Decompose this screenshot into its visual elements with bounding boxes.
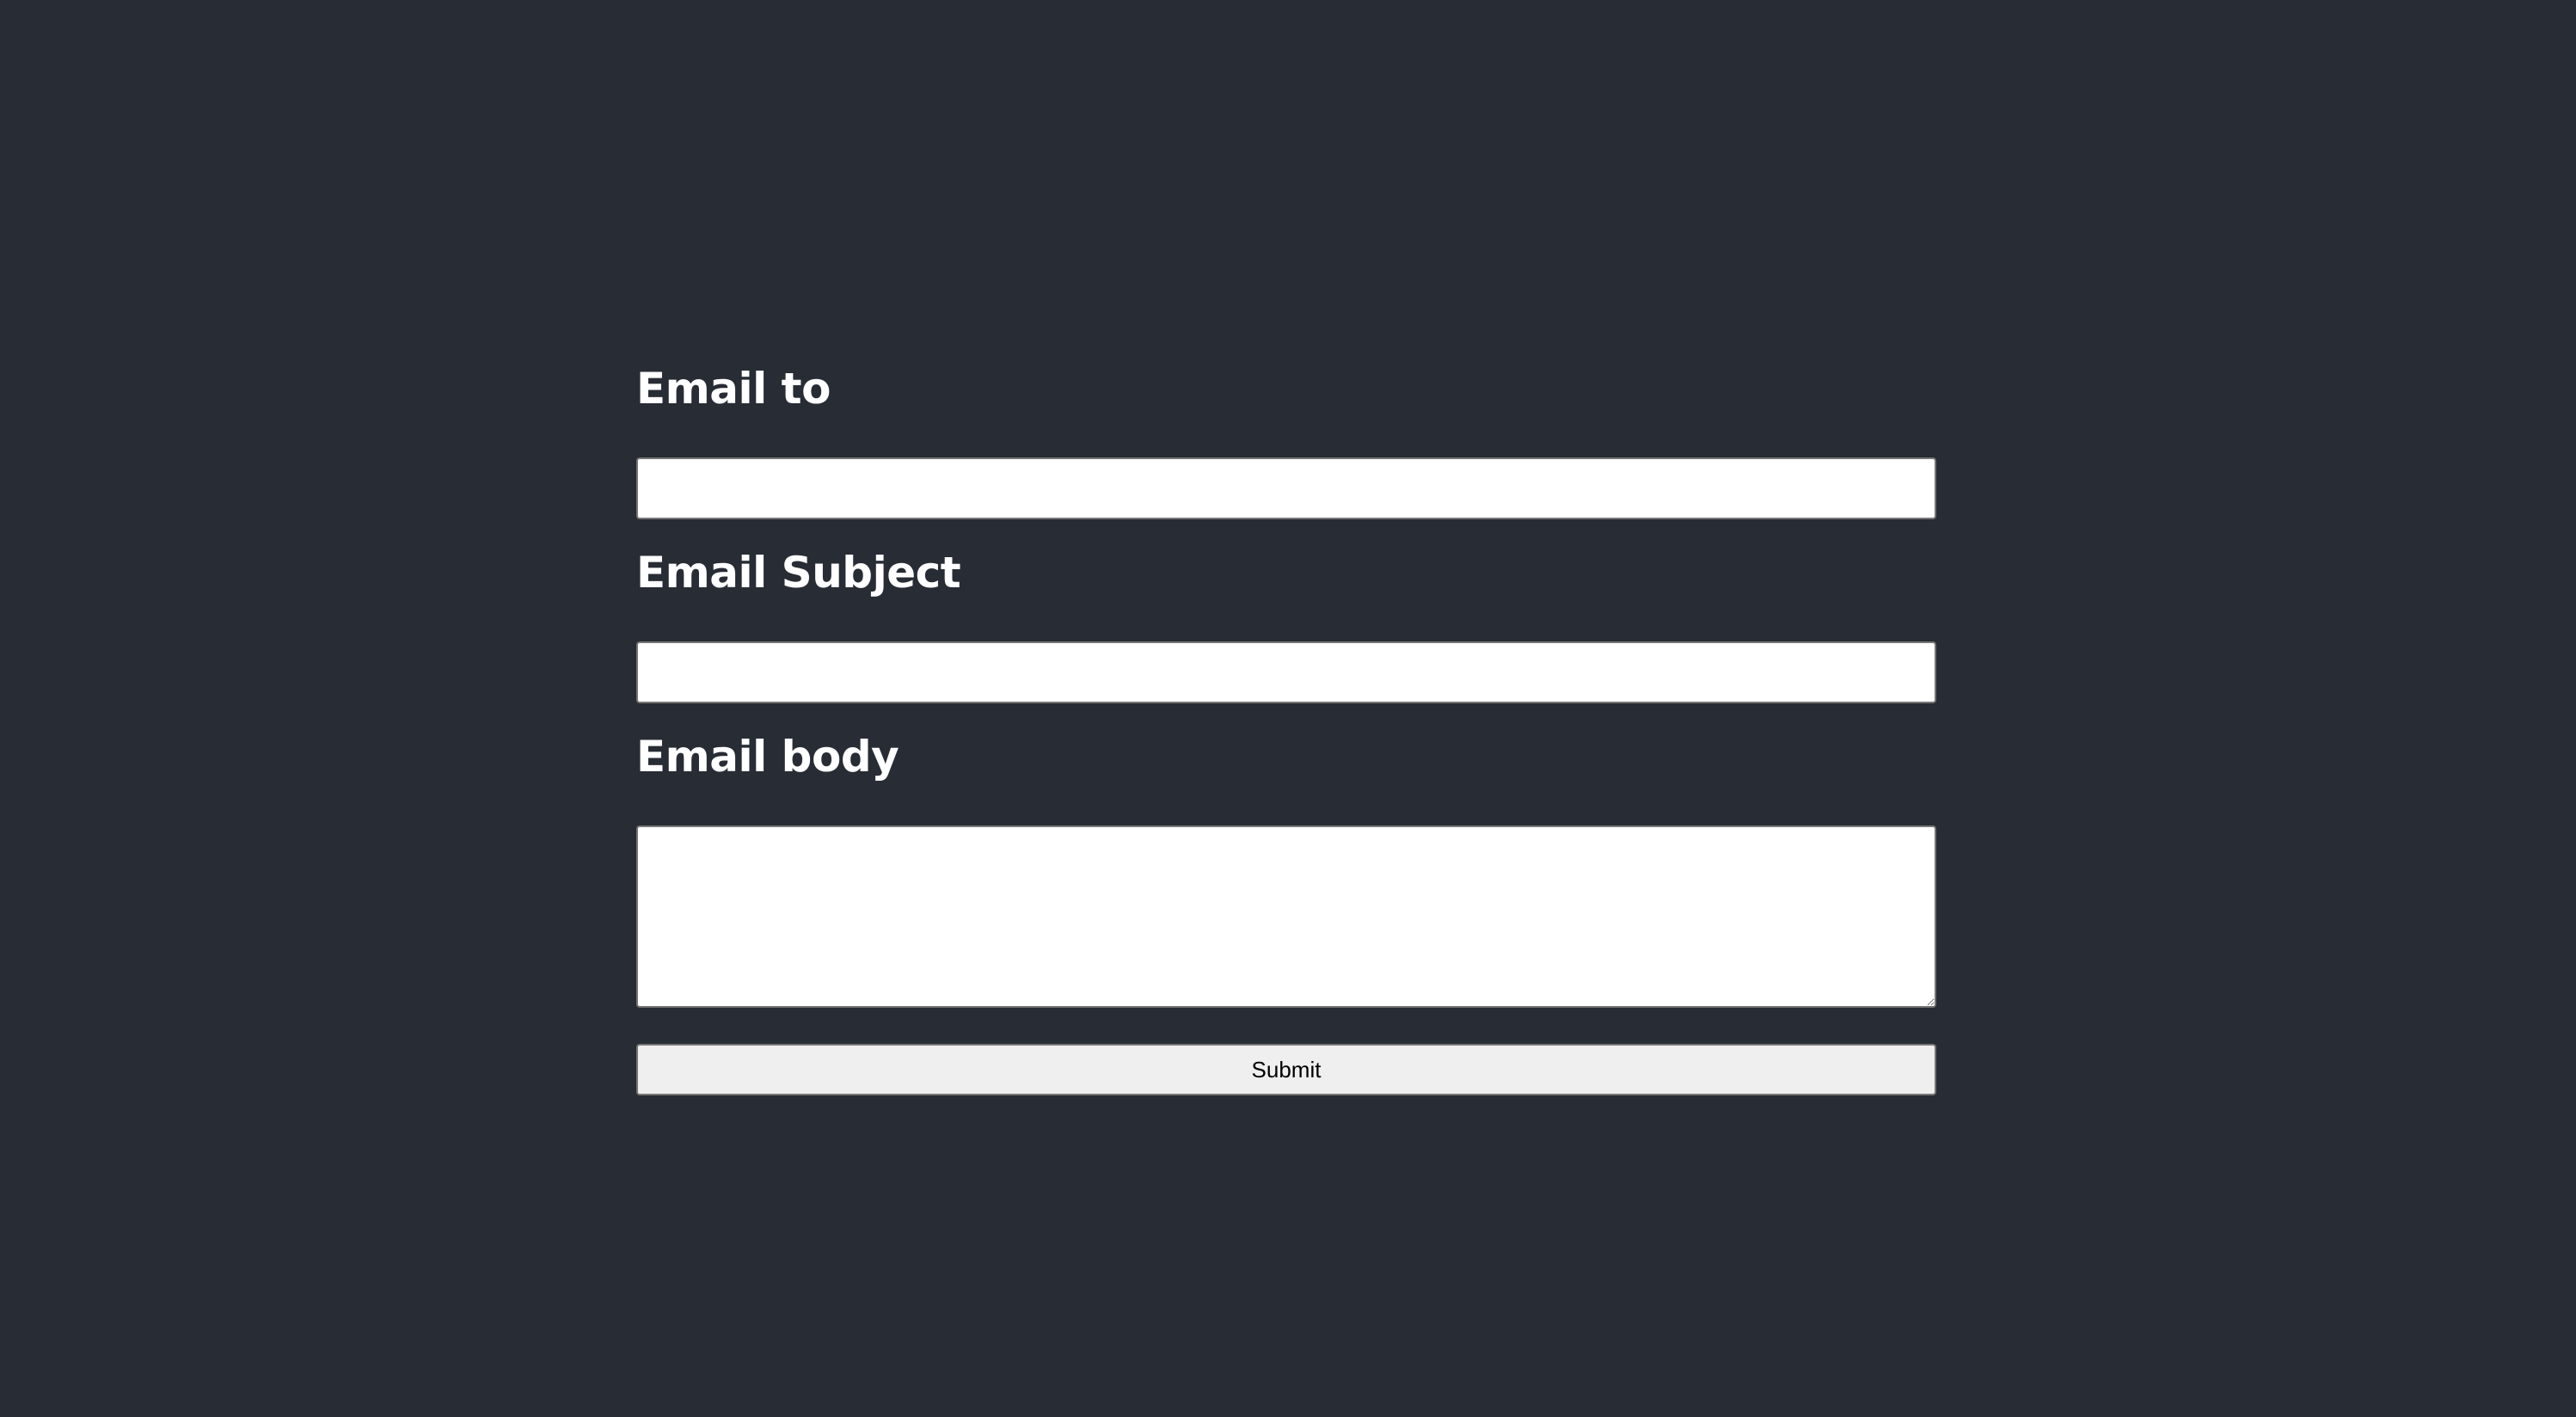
email-to-group: Email to (636, 353, 1936, 519)
email-body-group: Email body (636, 721, 1936, 1008)
email-subject-input[interactable] (636, 641, 1936, 703)
email-body-label: Email body (636, 732, 899, 782)
email-form: Email to Email Subject Email body Submit (636, 353, 1936, 1095)
email-subject-label: Email Subject (636, 548, 961, 598)
submit-button[interactable]: Submit (636, 1044, 1936, 1095)
email-body-textarea[interactable] (636, 825, 1936, 1008)
email-subject-group: Email Subject (636, 537, 1936, 703)
email-to-input[interactable] (636, 457, 1936, 519)
email-to-label: Email to (636, 364, 831, 414)
page: { "form": { "to": { "label": "Email to",… (0, 0, 2576, 1417)
